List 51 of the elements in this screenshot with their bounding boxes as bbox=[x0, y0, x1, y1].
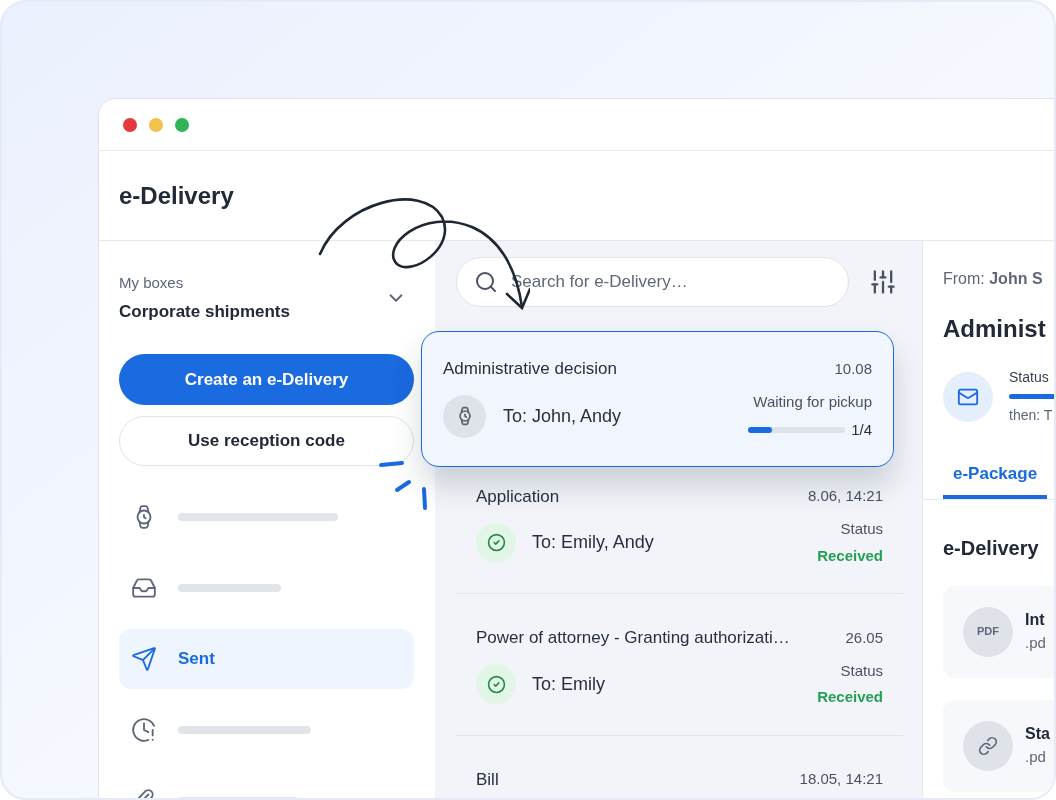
file-extension: .pd bbox=[1025, 633, 1046, 654]
file-card[interactable]: Sta .pd bbox=[943, 699, 1054, 792]
app-title: e-Delivery bbox=[119, 180, 234, 211]
box-selector[interactable]: My boxes Corporate shipments bbox=[119, 272, 415, 324]
pdf-badge: PDF bbox=[963, 606, 1013, 657]
status-label: Status bbox=[840, 519, 883, 539]
delivery-title: Application bbox=[476, 485, 560, 508]
accent-marks-drawing bbox=[378, 460, 430, 512]
delivery-title: Power of attorney - Granting authorizati… bbox=[476, 627, 790, 649]
status-label: Status bbox=[1009, 368, 1050, 387]
delivery-title: Administrative decision bbox=[443, 358, 617, 380]
section-title: e-Delivery bbox=[943, 535, 1040, 561]
nav-item[interactable]: Sent bbox=[119, 629, 414, 689]
delivery-recipients: To: John, Andy bbox=[503, 404, 622, 428]
watch-icon bbox=[443, 394, 486, 438]
tab[interactable]: e-Package bbox=[943, 461, 1048, 499]
nav-label: Sent bbox=[178, 648, 215, 671]
delivery-recipients: To: Emily bbox=[532, 672, 605, 696]
file-card[interactable]: PDF Int .pd bbox=[943, 585, 1054, 678]
status-label: Status bbox=[840, 660, 883, 681]
create-button[interactable]: Create an e-Delivery bbox=[119, 354, 414, 405]
send-icon bbox=[131, 646, 157, 672]
delivery-status: Waiting for pickup bbox=[753, 391, 872, 412]
delivery-title: Bill bbox=[476, 768, 499, 791]
progress-count: 1/4 bbox=[851, 420, 872, 440]
delivery-card[interactable]: Administrative decision 10.08 To: John, Andy Waiting for pickup 1/4 bbox=[421, 331, 894, 467]
mail-icon bbox=[943, 371, 993, 422]
delivery-date: 8.06, 14:21 bbox=[807, 486, 883, 506]
filter-icon[interactable] bbox=[869, 268, 897, 296]
file-name: Sta bbox=[1025, 724, 1050, 745]
delivery-date: 10.08 bbox=[834, 358, 872, 379]
sender-line: From: John S bbox=[943, 269, 1044, 289]
delivery-date: 26.05 bbox=[845, 627, 883, 648]
reception-code-button[interactable]: Use reception code bbox=[119, 416, 414, 466]
delivery-status: Received bbox=[817, 545, 883, 566]
delivery-row[interactable]: Bill 18.05, 14:21 bbox=[456, 735, 903, 798]
delivery-row[interactable]: Power of attorney - Granting authorizati… 26.05 To: Emily Status Received bbox=[456, 594, 903, 736]
box-label: My boxes bbox=[119, 273, 185, 293]
delivery-row[interactable]: Application 8.06, 14:21 To: Emily, Andy Status Received bbox=[456, 466, 903, 594]
clock-alert-icon bbox=[131, 717, 157, 743]
detail-title: Administ bbox=[943, 314, 1047, 344]
box-name: Corporate shipments bbox=[119, 300, 290, 323]
file-name: Int bbox=[1025, 610, 1046, 631]
next-step-text: then: T bbox=[1009, 406, 1054, 425]
file-extension: .pd bbox=[1025, 747, 1047, 768]
inbox-icon bbox=[131, 575, 157, 601]
delivery-date: 18.05, 14:21 bbox=[799, 769, 883, 789]
delivery-status: Received bbox=[817, 687, 883, 707]
search-icon bbox=[474, 270, 498, 294]
delivery-recipients: To: Emily, Andy bbox=[532, 531, 654, 554]
link-icon bbox=[963, 720, 1013, 771]
